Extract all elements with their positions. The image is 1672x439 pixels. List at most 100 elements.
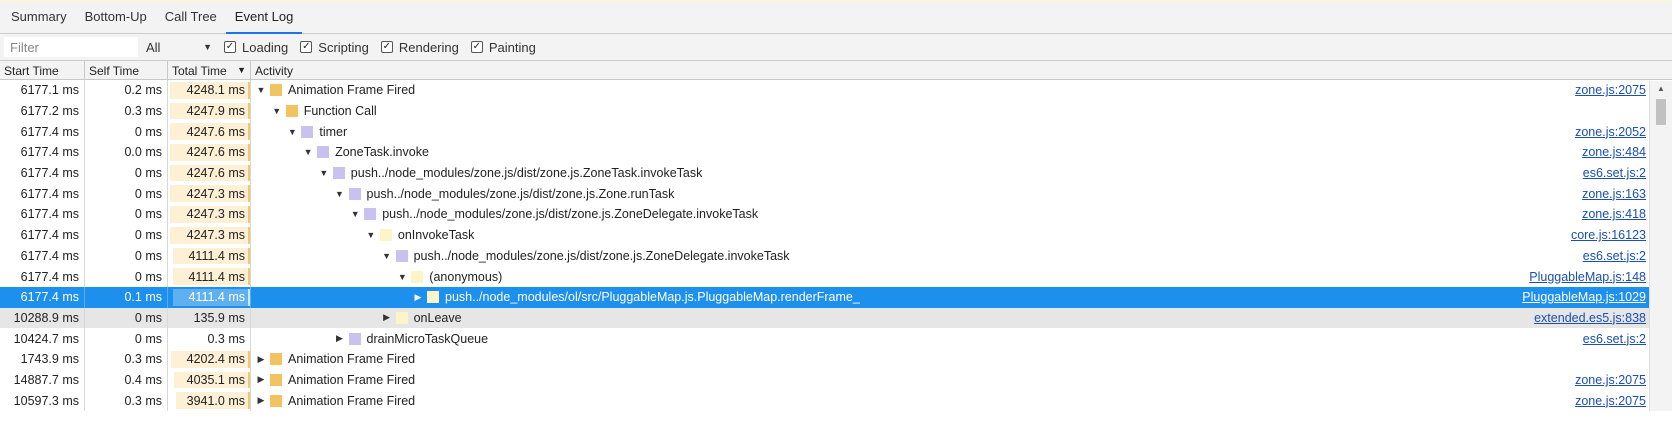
filter-input[interactable] (4, 37, 138, 57)
total-time-cell: 4111.4 ms (168, 266, 251, 287)
expand-triangle-right-icon[interactable]: ▶ (255, 354, 267, 365)
source-link[interactable]: es6.set.js:2 (1583, 249, 1646, 263)
source-link[interactable]: PluggableMap.js:1029 (1522, 290, 1646, 304)
event-row[interactable]: 10424.7 ms 0 ms 0.3 ms ▶ drainMicroTaskQueue… (0, 328, 1672, 349)
expand-triangle-right-icon[interactable]: ▶ (255, 395, 267, 406)
source-link[interactable]: core.js:16123 (1571, 228, 1646, 242)
scroll-up-icon[interactable]: ▲ (1650, 84, 1672, 93)
checkbox-scripting[interactable]: ✓ Scripting (300, 40, 369, 55)
start-time-cell: 10424.7 ms (0, 328, 85, 349)
activity-name: push../node_modules/zone.js/dist/zone.js… (366, 186, 675, 201)
activity-cell: ▼ (anonymous) PluggableMap.js:148 (251, 266, 1672, 287)
total-time-cell: 4247.3 ms (168, 183, 251, 205)
checkbox-loading[interactable]: ✓ Loading (224, 40, 288, 55)
activity-cell: ▼ onInvokeTask core.js:16123 (251, 225, 1672, 246)
source-link[interactable]: zone.js:2052 (1575, 125, 1646, 139)
self-time-cell: 0 ms (85, 307, 168, 329)
expand-triangle-right-icon[interactable]: ▶ (381, 312, 393, 323)
expand-triangle-down-icon[interactable]: ▼ (271, 106, 283, 116)
self-time-cell: 0.0 ms (85, 142, 168, 163)
expand-triangle-down-icon[interactable]: ▼ (334, 189, 346, 199)
event-row[interactable]: 6177.4 ms 0 ms 4111.4 ms ▼ (anonymous) Plugga… (0, 266, 1672, 287)
category-swatch (379, 229, 392, 242)
scrollbar-thumb[interactable] (1656, 99, 1666, 125)
event-row[interactable]: 6177.2 ms 0.3 ms 4247.9 ms ▼ Function Call (0, 100, 1672, 122)
expand-triangle-right-icon[interactable]: ▶ (255, 374, 267, 385)
source-link[interactable]: zone.js:163 (1582, 187, 1646, 201)
duration-filter-select[interactable]: All ▼ (146, 40, 212, 55)
column-header-total-time[interactable]: Total Time ▼ (168, 61, 251, 79)
expand-triangle-down-icon[interactable]: ▼ (302, 147, 314, 157)
tab-event-log[interactable]: Event Log (225, 0, 303, 34)
event-row[interactable]: 6177.4 ms 0 ms 4247.3 ms ▼ onInvokeTask core.… (0, 224, 1672, 246)
expand-triangle-down-icon[interactable]: ▼ (381, 251, 393, 261)
source-link[interactable]: extended.es5.js:838 (1534, 311, 1646, 325)
event-row[interactable]: 10597.3 ms 0.3 ms 3941.0 ms ▶ Animation Fram… (0, 390, 1672, 411)
event-row[interactable]: 14887.7 ms 0.4 ms 4035.1 ms ▶ Animation Fram… (0, 369, 1672, 391)
start-time-cell: 10597.3 ms (0, 390, 85, 411)
expand-triangle-right-icon[interactable]: ▶ (412, 292, 424, 303)
source-link[interactable]: es6.set.js:2 (1583, 166, 1646, 180)
event-row[interactable]: 6177.4 ms 0.1 ms 4111.4 ms ▶ push../node_mod… (0, 286, 1672, 308)
source-link[interactable]: zone.js:2075 (1575, 83, 1646, 97)
total-time-cell: 4247.9 ms (168, 100, 251, 122)
start-time-cell: 6177.4 ms (0, 142, 85, 163)
source-link[interactable]: zone.js:418 (1582, 207, 1646, 221)
total-time-value: 4248.1 ms (186, 83, 245, 98)
expand-triangle-right-icon[interactable]: ▶ (334, 333, 346, 344)
event-row[interactable]: 10288.9 ms 0 ms 135.9 ms ▶ onLeave extended.e… (0, 307, 1672, 329)
activity-name: Animation Frame Fired (288, 372, 416, 387)
category-swatch (395, 249, 408, 262)
event-row[interactable]: 1743.9 ms 0.3 ms 4202.4 ms ▶ Animation Frame… (0, 348, 1672, 370)
expand-triangle-down-icon[interactable]: ▼ (396, 272, 408, 282)
activity-name: (anonymous) (429, 269, 503, 284)
event-row[interactable]: 6177.1 ms 0.2 ms 4248.1 ms ▼ Animation Frame… (0, 80, 1672, 101)
tab-summary[interactable]: Summary (2, 0, 76, 33)
activity-name: Animation Frame Fired (288, 83, 416, 98)
source-link[interactable]: zone.js:2075 (1575, 394, 1646, 408)
activity-cell: ▶ Animation Frame Fired (251, 349, 1672, 370)
total-time-cell: 4247.6 ms (168, 162, 251, 184)
activity-cell: ▼ Animation Frame Fired zone.js:2075 (251, 80, 1672, 101)
source-link[interactable]: PluggableMap.js:148 (1529, 270, 1646, 284)
start-time-cell: 14887.7 ms (0, 369, 85, 391)
category-swatch (301, 125, 314, 138)
vertical-scrollbar[interactable]: ▲ (1649, 81, 1672, 411)
expand-triangle-down-icon[interactable]: ▼ (286, 127, 298, 137)
source-link[interactable]: zone.js:484 (1582, 145, 1646, 159)
self-time-cell: 0.3 ms (85, 348, 168, 370)
checkmark-icon: ✓ (300, 41, 313, 53)
event-row[interactable]: 6177.4 ms 0 ms 4111.4 ms ▼ push../node_modul… (0, 245, 1672, 267)
event-row[interactable]: 6177.4 ms 0.0 ms 4247.6 ms ▼ ZoneTask.invoke… (0, 142, 1672, 163)
event-row[interactable]: 6177.4 ms 0 ms 4247.3 ms ▼ push../node_modul… (0, 204, 1672, 225)
self-time-cell: 0 ms (85, 162, 168, 184)
expand-triangle-down-icon[interactable]: ▼ (255, 85, 267, 95)
activity-cell: ▼ push../node_modules/zone.js/dist/zone.j… (251, 163, 1672, 184)
source-link[interactable]: es6.set.js:2 (1583, 332, 1646, 346)
expand-triangle-down-icon[interactable]: ▼ (318, 168, 330, 178)
checkbox-rendering[interactable]: ✓ Rendering (380, 40, 459, 55)
expand-triangle-down-icon[interactable]: ▼ (365, 230, 377, 240)
tab-bottom-up[interactable]: Bottom-Up (76, 0, 156, 33)
event-row[interactable]: 6177.4 ms 0 ms 4247.3 ms ▼ push../node_modul… (0, 183, 1672, 205)
column-header-start-time[interactable]: Start Time (0, 61, 85, 79)
total-time-cell: 4248.1 ms (168, 80, 251, 101)
tab-call-tree[interactable]: Call Tree (156, 0, 226, 33)
checkbox-painting[interactable]: ✓ Painting (470, 40, 536, 55)
event-row[interactable]: 6177.4 ms 0 ms 4247.6 ms ▼ timer zone.js:2052 (0, 121, 1672, 143)
column-header-self-time[interactable]: Self Time (85, 61, 168, 79)
total-time-cell: 4247.6 ms (168, 121, 251, 143)
total-time-value: 4035.1 ms (186, 372, 245, 387)
total-time-value: 135.9 ms (193, 310, 245, 325)
total-time-value: 4247.6 ms (186, 145, 245, 160)
expand-triangle-down-icon[interactable]: ▼ (349, 209, 361, 219)
activity-name: onInvokeTask (397, 228, 475, 243)
category-swatch (285, 105, 298, 118)
activity-name: Animation Frame Fired (288, 393, 416, 408)
event-row[interactable]: 6177.4 ms 0 ms 4247.6 ms ▼ push../node_modul… (0, 162, 1672, 184)
total-time-cell: 4247.3 ms (168, 224, 251, 246)
total-time-value: 4247.3 ms (186, 228, 245, 243)
total-time-value: 4247.6 ms (186, 166, 245, 181)
source-link[interactable]: zone.js:2075 (1575, 373, 1646, 387)
column-header-activity[interactable]: Activity (251, 61, 1672, 79)
